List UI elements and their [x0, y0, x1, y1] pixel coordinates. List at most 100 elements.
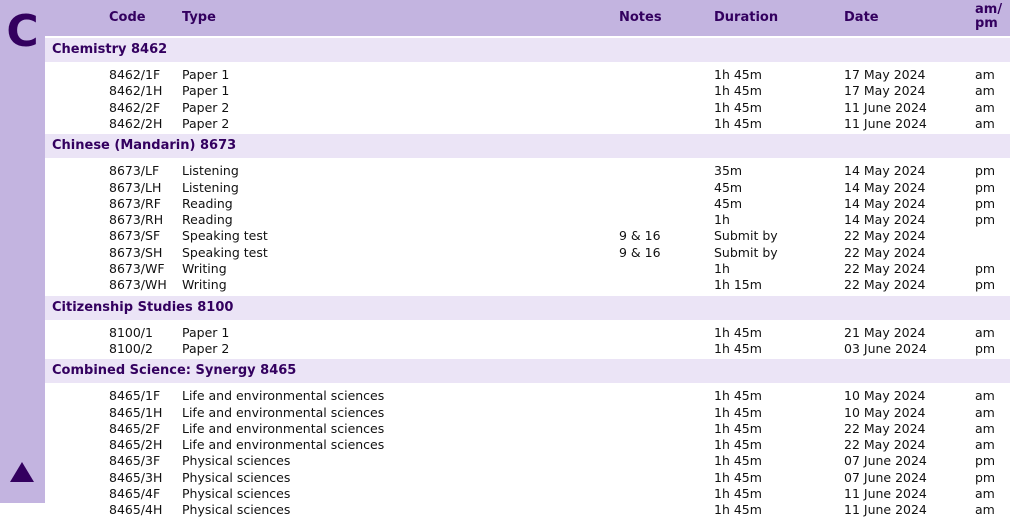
table-row: 8465/3F Physical sciences 1h 45m 07 June 20…	[45, 453, 1010, 469]
row-date: 14 May 2024	[844, 180, 926, 195]
table-row: 8465/2F Life and environmental sciences 1h…	[45, 421, 1010, 437]
row-type: Listening	[182, 163, 239, 178]
row-code: 8462/2F	[109, 100, 161, 115]
subject-title: Chemistry 8462	[52, 42, 168, 57]
row-notes: 9 & 16	[619, 228, 661, 243]
row-date: 10 May 2024	[844, 388, 926, 403]
row-date: 11 June 2024	[844, 486, 927, 501]
row-type: Life and environmental sciences	[182, 421, 385, 436]
header-date: Date	[844, 10, 879, 25]
letter-sidebar: C	[0, 0, 45, 503]
header-ampm: am/pm	[975, 3, 1002, 31]
row-type: Physical sciences	[182, 486, 291, 501]
row-type: Life and environmental sciences	[182, 437, 385, 452]
row-duration: Submit by	[714, 228, 778, 243]
row-ampm: pm	[975, 163, 996, 178]
row-type: Writing	[182, 261, 227, 276]
row-ampm: am	[975, 325, 995, 340]
row-code: 8465/4F	[109, 486, 161, 501]
row-date: 10 May 2024	[844, 405, 926, 420]
table-row: 8465/4H Physical sciences 1h 45m 11 June 20…	[45, 502, 1010, 518]
row-duration: 1h 45m	[714, 325, 762, 340]
row-type: Paper 2	[182, 341, 230, 356]
table-row: 8673/SH Speaking test 9 & 16 Submit by 22 Ma…	[45, 245, 1010, 261]
row-duration: 1h 45m	[714, 437, 762, 452]
table-row: 8462/1H Paper 1 1h 45m 17 May 2024 am	[45, 83, 1010, 99]
row-duration: 1h 45m	[714, 421, 762, 436]
table-row: 8462/2H Paper 2 1h 45m 11 June 2024 am	[45, 116, 1010, 132]
row-duration: 35m	[714, 163, 743, 178]
subject-title: Chinese (Mandarin) 8673	[52, 138, 237, 154]
row-code: 8673/RF	[109, 196, 161, 211]
row-duration: 1h 45m	[714, 453, 762, 468]
row-code: 8462/1F	[109, 67, 161, 82]
row-date: 03 June 2024	[844, 341, 927, 356]
row-ampm: pm	[975, 196, 996, 211]
row-type: Life and environmental sciences	[182, 388, 385, 403]
table-row: 8465/3H Physical sciences 1h 45m 07 June 20…	[45, 470, 1010, 486]
row-code: 8465/1F	[109, 388, 161, 403]
row-duration: 1h	[714, 212, 730, 227]
row-type: Paper 1	[182, 83, 230, 98]
row-ampm: pm	[975, 180, 996, 195]
row-date: 22 May 2024	[844, 421, 926, 436]
row-date: 21 May 2024	[844, 325, 926, 340]
header-ampm-line1: am/	[975, 2, 1003, 17]
row-type: Reading	[182, 212, 233, 227]
row-notes: 9 & 16	[619, 245, 661, 260]
row-code: 8462/2H	[109, 116, 163, 131]
row-duration: 1h 45m	[714, 388, 762, 403]
row-code: 8465/4H	[109, 502, 163, 517]
row-date: 11 June 2024	[844, 100, 927, 115]
table-row: 8465/4F Physical sciences 1h 45m 11 June 20…	[45, 486, 1010, 502]
row-ampm: am	[975, 67, 995, 82]
row-duration: 45m	[714, 196, 743, 211]
subject-header: Combined Science: Synergy 8465	[45, 359, 1010, 384]
row-type: Life and environmental sciences	[182, 405, 385, 420]
row-ampm: pm	[975, 261, 996, 276]
row-date: 14 May 2024	[844, 196, 926, 211]
table-row: 8465/1F Life and environmental sciences 1h…	[45, 388, 1010, 404]
header-notes: Notes	[619, 10, 662, 25]
table-row: 8673/RF Reading 45m 14 May 2024 pm	[45, 196, 1010, 212]
subject-title: Combined Science: Synergy 8465	[52, 363, 297, 379]
table-header: Code Type Notes Duration Date am/pm	[45, 0, 1010, 36]
subject-header: Chemistry 8462	[45, 38, 1010, 62]
row-duration: 1h 45m	[714, 486, 762, 501]
row-date: 22 May 2024	[844, 245, 926, 260]
row-date: 22 May 2024	[844, 277, 926, 292]
row-code: 8465/1H	[109, 405, 163, 420]
row-type: Paper 1	[182, 67, 230, 82]
table-row: 8673/WF Writing 1h 22 May 2024 pm	[45, 261, 1010, 277]
row-type: Paper 2	[182, 100, 230, 115]
row-code: 8462/1H	[109, 83, 163, 98]
row-ampm: am	[975, 502, 995, 517]
row-duration: 45m	[714, 180, 743, 195]
row-code: 8100/1	[109, 325, 153, 340]
row-duration: 1h 45m	[714, 341, 762, 356]
row-ampm: pm	[975, 277, 996, 292]
row-code: 8673/SF	[109, 228, 161, 243]
row-type: Paper 1	[182, 325, 230, 340]
row-duration: 1h 45m	[714, 83, 762, 98]
row-type: Writing	[182, 277, 227, 292]
table-row: 8673/LF Listening 35m 14 May 2024 pm	[45, 163, 1010, 179]
row-code: 8465/2F	[109, 421, 161, 436]
row-date: 17 May 2024	[844, 67, 926, 82]
table-row: 8673/LH Listening 45m 14 May 2024 pm	[45, 180, 1010, 196]
row-ampm: pm	[975, 453, 996, 468]
subject-header: Chinese (Mandarin) 8673	[45, 134, 1010, 159]
row-ampm: am	[975, 83, 995, 98]
row-duration: Submit by	[714, 245, 778, 260]
table-row: 8100/1 Paper 1 1h 45m 21 May 2024 am	[45, 325, 1010, 341]
row-date: 07 June 2024	[844, 453, 927, 468]
back-to-top-arrow-icon[interactable]	[10, 462, 34, 482]
row-code: 8673/LF	[109, 163, 160, 178]
row-date: 17 May 2024	[844, 83, 926, 98]
row-duration: 1h 15m	[714, 277, 762, 292]
subject-title: Citizenship Studies 8100	[52, 299, 234, 315]
row-ampm: am	[975, 405, 995, 420]
header-ampm-line2: pm	[975, 16, 998, 31]
row-date: 22 May 2024	[844, 437, 926, 452]
row-ampm: am	[975, 486, 995, 501]
